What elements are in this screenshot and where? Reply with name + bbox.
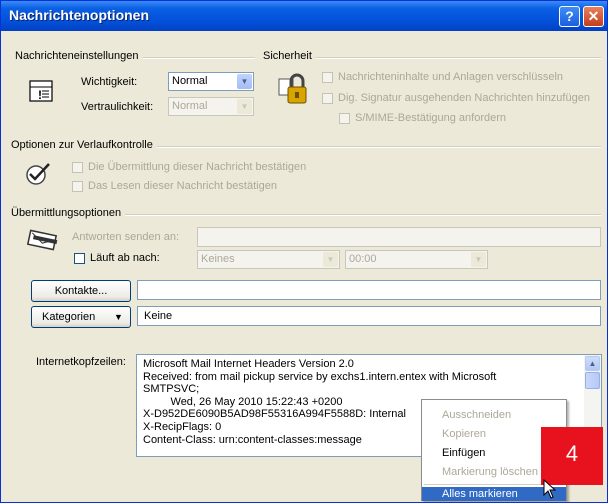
categories-input[interactable]: Keine xyxy=(137,306,601,326)
close-button[interactable]: ✕ xyxy=(583,6,604,27)
categories-button[interactable]: Kategorien ▼ xyxy=(31,306,131,328)
expires-time-value: 00:00 xyxy=(349,253,377,265)
expires-label: Läuft ab nach: xyxy=(90,252,160,264)
delivery-envelope-icon xyxy=(27,229,61,255)
header-line: Received: from mail pickup service by ex… xyxy=(143,370,497,383)
importance-icon: ! xyxy=(27,79,57,107)
message-options-dialog: Nachrichtenoptionen ? ✕ Nachrichteneinst… xyxy=(0,0,608,503)
sensitivity-select[interactable]: Normal ▼ xyxy=(168,97,254,116)
importance-value: Normal xyxy=(172,75,208,87)
chevron-down-icon[interactable]: ▼ xyxy=(471,252,486,267)
security-group-label: Sicherheit xyxy=(263,50,316,62)
header-line: SMTPSVC; xyxy=(143,383,200,396)
contacts-input[interactable] xyxy=(137,280,601,300)
chevron-down-icon[interactable]: ▼ xyxy=(237,99,252,114)
smime-checkbox[interactable] xyxy=(339,113,350,124)
delivery-receipt-checkbox[interactable] xyxy=(72,162,83,173)
expires-time-select[interactable]: 00:00 ▼ xyxy=(345,250,488,269)
contacts-button[interactable]: Kontakte... xyxy=(31,280,131,302)
delivery-group-label: Übermittlungsoptionen xyxy=(11,207,126,219)
categories-button-label: Kategorien xyxy=(42,311,96,323)
importance-select[interactable]: Normal ▼ xyxy=(168,72,254,91)
security-lock-icon xyxy=(277,71,309,107)
window-title: Nachrichtenoptionen xyxy=(9,7,150,23)
delivery-receipt-label: Die Übermittlung dieser Nachricht bestät… xyxy=(88,161,307,173)
importance-label: Wichtigkeit: xyxy=(81,76,138,88)
headers-label: Internetkopfzeilen: xyxy=(36,356,126,368)
encrypt-checkbox[interactable] xyxy=(322,72,333,83)
scroll-up-icon[interactable]: ▲ xyxy=(585,356,600,371)
expires-checkbox[interactable] xyxy=(74,253,85,264)
sign-label: Dig. Signatur ausgehenden Nachrichten hi… xyxy=(338,92,590,104)
title-bar: Nachrichtenoptionen ? ✕ xyxy=(1,1,607,31)
replies-label: Antworten senden an: xyxy=(72,231,180,243)
menu-item-cut[interactable]: Ausschneiden xyxy=(422,405,566,425)
header-line: Microsoft Mail Internet Headers Version … xyxy=(143,358,354,370)
chevron-down-icon[interactable]: ▼ xyxy=(237,74,252,89)
tracking-check-icon xyxy=(25,161,53,187)
step-badge: 4 xyxy=(541,427,603,485)
sensitivity-label: Vertraulichkeit: xyxy=(81,101,154,113)
encrypt-label: Nachrichteninhalte und Anlagen verschlüs… xyxy=(338,71,564,83)
settings-group-label: Nachrichteneinstellungen xyxy=(15,50,143,62)
chevron-down-icon[interactable]: ▼ xyxy=(323,252,338,267)
chevron-down-icon: ▼ xyxy=(114,312,123,322)
expires-date-value: Keines xyxy=(201,253,235,265)
sensitivity-value: Normal xyxy=(172,100,208,112)
replies-input[interactable] xyxy=(197,227,601,247)
expires-date-select[interactable]: Keines ▼ xyxy=(197,250,340,269)
tracking-group-label: Optionen zur Verlaufkontrolle xyxy=(11,139,157,151)
read-receipt-label: Das Lesen dieser Nachricht bestätigen xyxy=(88,180,277,192)
mouse-pointer-icon xyxy=(543,479,557,499)
smime-label: S/MIME-Bestätigung anfordern xyxy=(355,112,507,124)
svg-text:!: ! xyxy=(38,88,42,102)
help-button[interactable]: ? xyxy=(559,6,580,27)
read-receipt-checkbox[interactable] xyxy=(72,181,83,192)
scrollbar-thumb[interactable] xyxy=(585,372,600,389)
sign-checkbox[interactable] xyxy=(322,93,333,104)
categories-value: Keine xyxy=(144,310,173,322)
